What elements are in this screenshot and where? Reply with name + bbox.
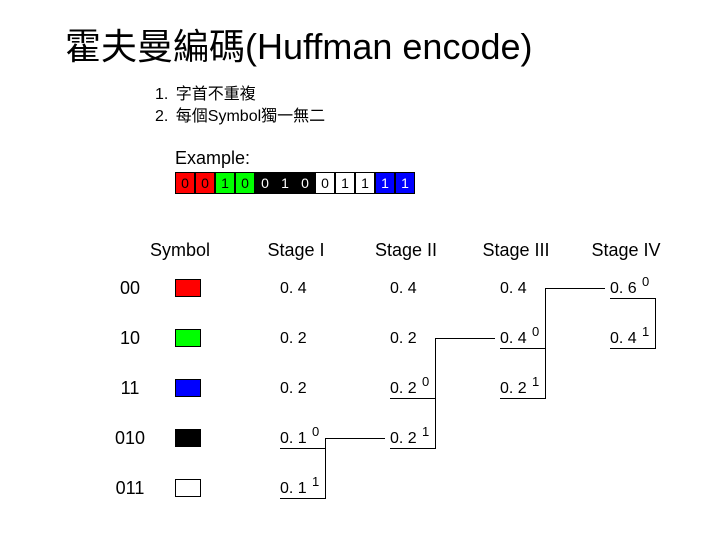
rules-list: 1.字首不重複 2.每個Symbol獨一無二 — [155, 84, 325, 127]
page-title: 霍夫曼編碼(Huffman encode) — [65, 18, 533, 70]
example-label: Example: — [175, 148, 250, 169]
v-s1-r1: 0. 4 — [280, 280, 307, 298]
link-s2 — [435, 338, 436, 449]
swatch-red — [175, 279, 201, 297]
example-bit: 1 — [355, 172, 375, 194]
example-bit: 1 — [215, 172, 235, 194]
link-s4 — [610, 348, 655, 349]
hdr-stage-2: Stage II — [366, 240, 446, 261]
example-bit: 0 — [175, 172, 195, 194]
v-s2-r2: 0. 2 — [390, 330, 417, 348]
example-bit: 0 — [295, 172, 315, 194]
hdr-stage-4: Stage IV — [586, 240, 666, 261]
sym-00: 00 — [90, 278, 170, 299]
v-s3-r3: 0. 2 — [500, 380, 527, 398]
link-s4 — [655, 298, 656, 349]
example-bit: 1 — [335, 172, 355, 194]
sym-011: 011 — [90, 478, 170, 499]
link-s2 — [390, 448, 435, 449]
swatch-green — [175, 329, 201, 347]
v-s1-r2: 0. 2 — [280, 330, 307, 348]
example-bit: 1 — [375, 172, 395, 194]
rule-1: 1.字首不重複 — [155, 84, 325, 106]
v-s1-r4: 0. 1 — [280, 430, 307, 448]
swatch-white — [175, 479, 201, 497]
v-s3-r2: 0. 4 — [500, 330, 527, 348]
v-s1-r3: 0. 2 — [280, 380, 307, 398]
link-s1 — [325, 438, 326, 499]
sym-10: 10 — [90, 328, 170, 349]
bit-s2-r3: 0 — [422, 374, 429, 389]
sym-11: 11 — [90, 378, 170, 399]
v-s4-r1: 0. 6 — [610, 280, 637, 298]
link-s3 — [500, 348, 545, 349]
example-bit: 0 — [195, 172, 215, 194]
sym-010: 010 — [90, 428, 170, 449]
bit-s3-r3: 1 — [532, 374, 539, 389]
example-bit: 0 — [315, 172, 335, 194]
bit-s2-r4: 1 — [422, 424, 429, 439]
example-bit: 0 — [255, 172, 275, 194]
v-s4-r2: 0. 4 — [610, 330, 637, 348]
bit-s4-r2: 1 — [642, 324, 649, 339]
bit-s3-r2: 0 — [532, 324, 539, 339]
bit-s1-r5: 1 — [312, 474, 319, 489]
swatch-black — [175, 429, 201, 447]
link-s2 — [390, 398, 435, 399]
v-s2-r4: 0. 2 — [390, 430, 417, 448]
link-s3 — [500, 398, 545, 399]
hdr-stage-3: Stage III — [476, 240, 556, 261]
link-s1 — [325, 438, 385, 439]
v-s1-r5: 0. 1 — [280, 480, 307, 498]
link-s1 — [280, 448, 325, 449]
bit-s4-r1: 0 — [642, 274, 649, 289]
hdr-symbol: Symbol — [140, 240, 220, 261]
bit-s1-r4: 0 — [312, 424, 319, 439]
v-s2-r3: 0. 2 — [390, 380, 417, 398]
example-bitstream: 001001001111 — [175, 172, 415, 194]
swatch-blue — [175, 379, 201, 397]
example-bit: 0 — [235, 172, 255, 194]
v-s3-r1: 0. 4 — [500, 280, 527, 298]
link-s4 — [610, 298, 655, 299]
v-s2-r1: 0. 4 — [390, 280, 417, 298]
slide: 霍夫曼編碼(Huffman encode) 1.字首不重複 2.每個Symbol… — [0, 0, 720, 540]
rule-2: 2.每個Symbol獨一無二 — [155, 106, 325, 128]
example-bit: 1 — [275, 172, 295, 194]
link-s3 — [545, 288, 546, 399]
hdr-stage-1: Stage I — [256, 240, 336, 261]
link-s2 — [435, 338, 495, 339]
example-bit: 1 — [395, 172, 415, 194]
link-s3 — [545, 288, 605, 289]
link-s1 — [280, 498, 325, 499]
